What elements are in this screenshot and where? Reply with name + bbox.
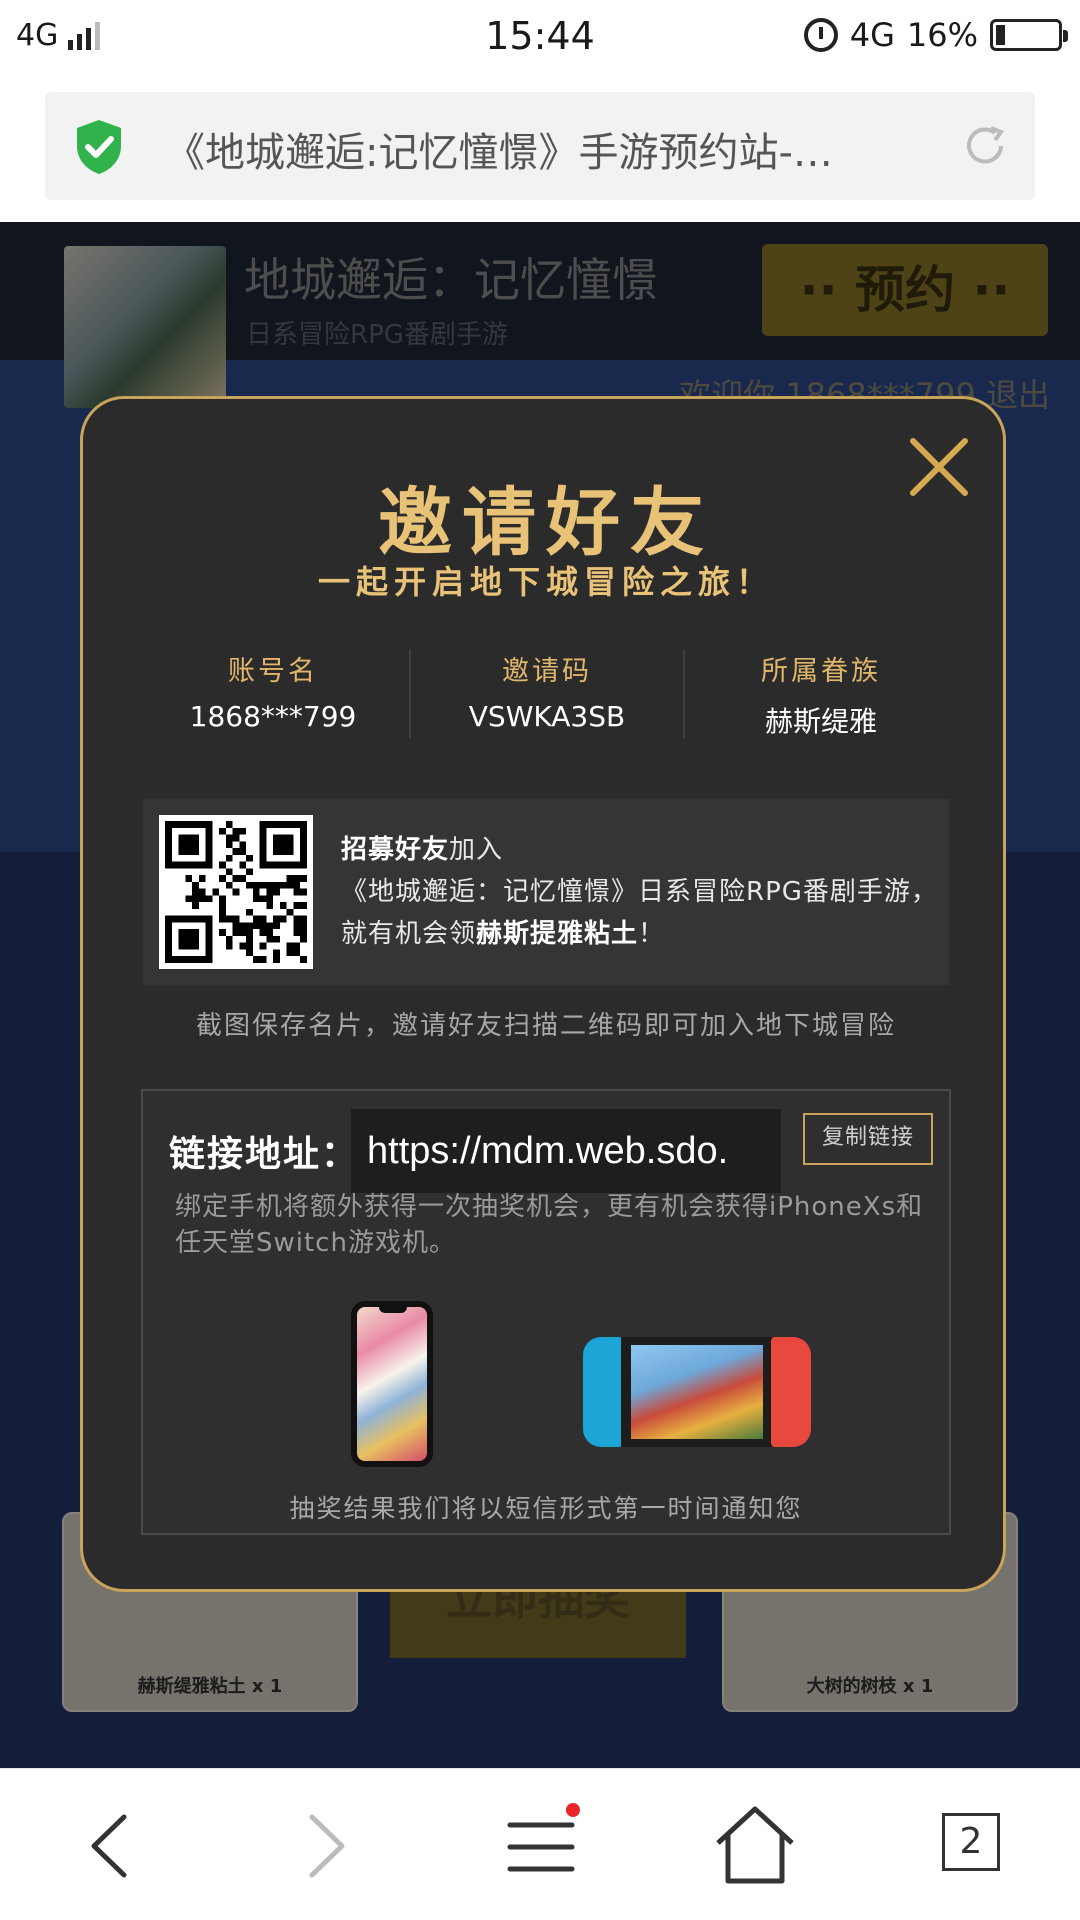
recruit-bold: 招募好友 xyxy=(341,835,450,865)
family-col: 所属眷族 赫斯缇雅 xyxy=(683,649,957,739)
shield-check-icon xyxy=(77,120,121,174)
browser-toolbar: 2 xyxy=(0,1768,1080,1920)
status-right: 4G 16% xyxy=(803,16,1068,54)
reward-bold: 赫斯提雅粘土 xyxy=(476,919,639,949)
modal-subtitle: 一起开启地下城冒险之旅！ xyxy=(317,563,774,601)
invite-link-field[interactable]: https://mdm.web.sdo. xyxy=(351,1109,781,1193)
status-bar: 4G 15:44 4G 16% xyxy=(0,0,1080,76)
tabs-button[interactable]: 2 xyxy=(924,1803,1014,1889)
invite-modal: 邀请好友 一起开启地下城冒险之旅！ 账号名 1868***799 邀请码 VSW… xyxy=(80,396,1006,1592)
tabs-count: 2 xyxy=(942,1813,1000,1871)
invite-code-value: VSWKA3SB xyxy=(468,700,626,733)
qr-code-image xyxy=(165,821,307,963)
invite-code-label: 邀请码 xyxy=(502,656,592,687)
reload-icon[interactable] xyxy=(961,122,1009,170)
copy-link-button[interactable]: 复制链接 xyxy=(803,1113,933,1165)
link-label: 链接地址： xyxy=(169,1134,360,1175)
sms-notice: 抽奖结果我们将以短信形式第一时间通知您 xyxy=(289,1494,803,1523)
notification-dot xyxy=(566,1803,580,1817)
iphone-prize-image xyxy=(351,1301,433,1467)
recruit-rest: 加入 xyxy=(449,835,504,865)
account-name-col: 账号名 1868***799 xyxy=(137,649,409,739)
bind-phone-description: 绑定手机将额外获得一次抽奖机会，更有机会获得iPhoneXs和任天堂Switch… xyxy=(175,1192,924,1258)
modal-title: 邀请好友 xyxy=(378,480,714,566)
page-title-url[interactable]: 《地城邂逅:记忆憧憬》手游预约站-… xyxy=(165,120,945,178)
link-section: 链接地址： https://mdm.web.sdo. 复制链接 绑定手机将额外获… xyxy=(141,1089,951,1535)
invite-code-col: 邀请码 VSWKA3SB xyxy=(409,649,683,739)
battery-percent: 16% xyxy=(906,16,978,54)
address-bar[interactable]: 《地城邂逅:记忆憧憬》手游预约站-… xyxy=(45,92,1035,200)
account-info: 账号名 1868***799 邀请码 VSWKA3SB 所属眷族 赫斯缇雅 xyxy=(137,649,957,739)
network-type-right: 4G xyxy=(849,16,895,54)
switch-prize-image xyxy=(583,1337,811,1447)
back-arrow-icon[interactable] xyxy=(66,1803,156,1889)
alarm-icon xyxy=(803,18,838,52)
qr-line-2: 《地城邂逅：记忆憧憬》日系冒险RPG番剧手游， xyxy=(341,877,938,907)
forward-arrow-icon[interactable] xyxy=(280,1803,370,1889)
battery-icon xyxy=(990,19,1068,51)
reward-pre: 就有机会领 xyxy=(341,919,477,949)
menu-button[interactable] xyxy=(496,1803,586,1889)
family-value: 赫斯缇雅 xyxy=(764,705,877,738)
screenshot-note: 截图保存名片，邀请好友扫描二维码即可加入地下城冒险 xyxy=(195,1011,896,1041)
account-label: 账号名 xyxy=(228,656,318,687)
qr-code xyxy=(159,815,313,969)
qr-description: 招募好友加入 《地城邂逅：记忆憧憬》日系冒险RPG番剧手游， 就有机会领赫斯提雅… xyxy=(341,829,938,955)
account-value: 1868***799 xyxy=(189,700,357,733)
reward-post: ！ xyxy=(638,919,666,949)
home-icon[interactable] xyxy=(710,1803,800,1889)
family-label: 所属眷族 xyxy=(761,656,881,687)
qr-card: 招募好友加入 《地城邂逅：记忆憧憬》日系冒险RPG番剧手游， 就有机会领赫斯提雅… xyxy=(143,799,949,985)
